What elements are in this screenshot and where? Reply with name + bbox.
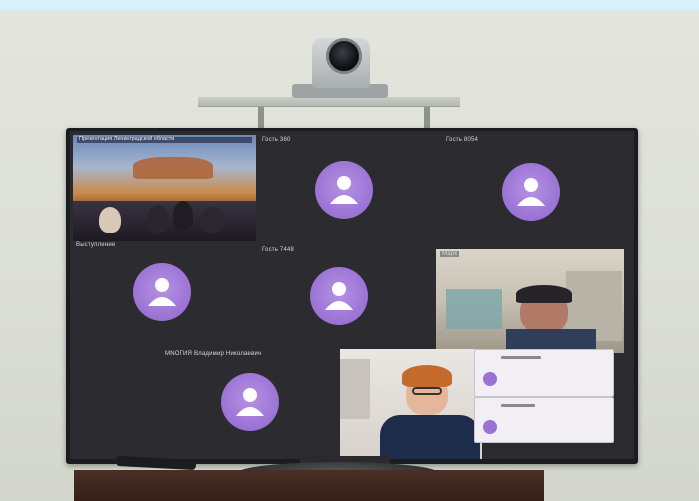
participant-name-2: Гость 8054 <box>446 137 479 143</box>
self-view-video-tile[interactable] <box>340 349 482 459</box>
presenter-3 <box>173 201 193 231</box>
presentation-title-bar: Презентация Ленинградской области <box>77 136 252 143</box>
participant-tile-4[interactable]: Гость 7448 <box>258 245 436 345</box>
user-avatar-icon <box>483 372 497 386</box>
user-avatar-icon <box>502 163 560 221</box>
camera-lens <box>326 38 362 74</box>
participant-tile-1[interactable]: Гость 360 <box>258 135 436 243</box>
mini-participant-card-1[interactable] <box>474 349 614 397</box>
bottom-left-label: Выступление <box>76 242 116 248</box>
user-avatar-icon <box>221 373 279 431</box>
shelf-binders <box>446 289 502 329</box>
mini-participant-card-2[interactable] <box>474 397 614 443</box>
self-shirt <box>380 415 480 459</box>
participant-name-3: Гость 7448 <box>262 247 295 253</box>
participant-name-4: MNOГИЯ Владимир Николаевич <box>165 351 262 357</box>
participant-tile-3[interactable] <box>73 249 253 345</box>
user-avatar-icon <box>310 267 368 325</box>
participant-tile-5[interactable]: MNOГИЯ Владимир Николаевич <box>73 349 341 457</box>
presenter-2 <box>147 205 169 233</box>
participant-tile-2[interactable]: Гость 8054 <box>442 135 631 243</box>
user-avatar-icon <box>133 263 191 321</box>
island-shape <box>133 157 213 179</box>
user-avatar-icon <box>315 161 373 219</box>
wooden-cabinet <box>74 470 544 501</box>
mini-card-name-line <box>501 404 535 407</box>
glasses <box>412 387 442 395</box>
ceiling-strip <box>0 0 699 10</box>
speaker-hair <box>516 285 572 303</box>
participant-name-1: Гость 360 <box>262 137 291 143</box>
self-hair <box>402 365 452 387</box>
presenter-1 <box>99 207 121 233</box>
video-conference-screen: Презентация Ленинградской области Выступ… <box>70 131 634 459</box>
mini-card-name-line <box>501 356 541 359</box>
presentation-title: Презентация Ленинградской области <box>79 136 175 142</box>
active-speaker-label: Марк <box>440 251 460 257</box>
presenter-4 <box>201 207 225 233</box>
speaker-video-tile[interactable]: Марк <box>436 249 624 353</box>
room-wall-panel <box>340 359 370 419</box>
presentation-video-tile[interactable]: Презентация Ленинградской области <box>73 135 256 241</box>
camera-shelf <box>198 97 460 107</box>
user-avatar-icon <box>483 420 497 434</box>
